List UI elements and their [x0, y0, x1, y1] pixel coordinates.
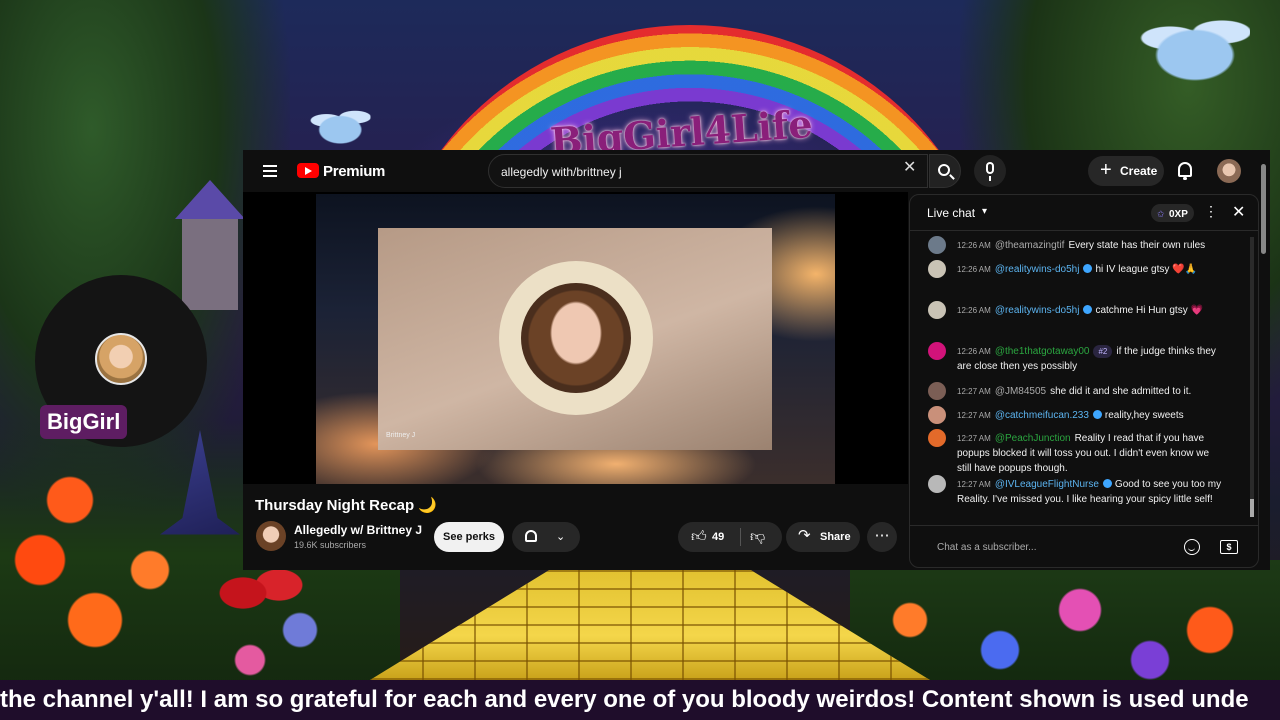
- emoji-icon[interactable]: [1184, 539, 1200, 555]
- subscriber-count: 19.6K subscribers: [294, 540, 367, 550]
- chat-avatar[interactable]: [928, 382, 946, 400]
- chat-avatar[interactable]: [928, 406, 946, 424]
- streamer-avatar: [95, 333, 147, 385]
- chat-text: hi IV league gtsy: [1095, 264, 1170, 275]
- bell-icon: [525, 530, 537, 542]
- chat-timestamp: 12:26 AM: [957, 265, 991, 274]
- chat-timestamp: 12:27 AM: [957, 411, 991, 420]
- more-horizontal-icon[interactable]: ⋯: [867, 522, 897, 552]
- create-label: Create: [1120, 164, 1158, 178]
- youtube-window: Premium allegedly with/brittney j ✕ + Cr…: [243, 150, 1270, 570]
- chevron-down-icon: ⌄: [556, 531, 566, 543]
- page-scrollbar[interactable]: [1261, 164, 1266, 254]
- share-button[interactable]: ↷ Share: [786, 522, 860, 552]
- search-button[interactable]: [929, 154, 961, 188]
- verified-icon: [1083, 264, 1093, 273]
- chat-avatar[interactable]: [928, 342, 946, 360]
- account-avatar[interactable]: [1217, 159, 1241, 183]
- xp-value: 0XP: [1169, 209, 1188, 220]
- youtube-premium-label[interactable]: Premium: [323, 163, 385, 180]
- more-vertical-icon[interactable]: ⋮: [1204, 203, 1218, 220]
- chat-text: catchme Hi Hun gtsy: [1095, 305, 1188, 316]
- share-arrow-icon: ↷: [798, 527, 811, 544]
- like-count[interactable]: 49: [712, 531, 724, 543]
- scrolling-ticker: the channel y'all! I am so grateful for …: [0, 680, 1280, 720]
- chat-author[interactable]: @JM84505: [995, 386, 1046, 397]
- live-chat-panel: Live chat ▾ ✩ 0XP ⋮ ✕ 12:26 AM @theamazin…: [909, 194, 1259, 568]
- video-frame: Brittney J: [316, 194, 835, 484]
- bluebird-icon: [310, 105, 371, 149]
- card-caption: Brittney J: [386, 432, 416, 439]
- ticker-text: the channel y'all! I am so grateful for …: [0, 686, 1249, 713]
- verified-icon: [1083, 305, 1093, 314]
- chat-timestamp: 12:27 AM: [957, 387, 991, 396]
- menu-icon[interactable]: [263, 165, 277, 177]
- video-title-card: Brittney J: [378, 228, 772, 450]
- chevron-down-icon[interactable]: ▾: [982, 206, 987, 217]
- channel-name[interactable]: Allegedly w/ Brittney J: [294, 523, 422, 537]
- chat-avatar[interactable]: [928, 475, 946, 493]
- chat-author[interactable]: @theamazingtif: [995, 240, 1065, 251]
- create-button[interactable]: + Create: [1088, 156, 1164, 186]
- chat-author[interactable]: @PeachJunction: [995, 433, 1071, 444]
- chat-timestamp: 12:26 AM: [957, 347, 991, 356]
- chat-avatar[interactable]: [928, 236, 946, 254]
- voice-search-button[interactable]: [974, 155, 1006, 187]
- thumbs-down-icon[interactable]: 👎︎: [750, 529, 765, 544]
- streamer-name-tag: BigGirl: [40, 405, 128, 439]
- rank-badge: #2: [1093, 345, 1113, 358]
- yellow-brick-road: [370, 570, 930, 680]
- verified-icon: [1102, 479, 1112, 488]
- chat-header: Live chat ▾ ✩ 0XP ⋮ ✕: [910, 195, 1258, 231]
- verified-icon: [1092, 410, 1102, 419]
- chat-text: reality,hey sweets: [1104, 410, 1184, 421]
- like-dislike-group: 👍︎ 49 👎︎: [678, 522, 782, 552]
- mic-icon: [986, 162, 994, 181]
- search-icon: [938, 164, 950, 176]
- chat-input[interactable]: Chat as a subscriber... $: [910, 525, 1258, 567]
- chat-text: she did it and she admitted to it.: [1050, 386, 1192, 397]
- chat-mode-selector[interactable]: Live chat: [927, 206, 975, 220]
- super-chat-icon[interactable]: $: [1220, 540, 1238, 554]
- chat-avatar[interactable]: [928, 301, 946, 319]
- youtube-logo-icon[interactable]: [297, 163, 319, 178]
- divider: [740, 528, 741, 546]
- bell-icon[interactable]: [1178, 162, 1192, 180]
- chat-avatar[interactable]: [928, 429, 946, 447]
- top-bar: Premium allegedly with/brittney j ✕ + Cr…: [243, 150, 1270, 254]
- channel-avatar[interactable]: [256, 521, 286, 551]
- chat-emoji: 💗: [1190, 305, 1203, 316]
- share-label: Share: [820, 531, 851, 543]
- thumbs-up-icon[interactable]: 👍︎: [691, 529, 707, 544]
- search-query[interactable]: allegedly with/brittney j: [501, 165, 622, 179]
- close-icon[interactable]: ✕: [903, 160, 916, 176]
- chat-emoji: ❤️🙏: [1172, 264, 1198, 275]
- chat-timestamp: 12:27 AM: [957, 434, 991, 443]
- notifications-button[interactable]: ⌄: [512, 522, 580, 552]
- chat-messages[interactable]: 12:26 AM @theamazingtif Every state has th…: [910, 232, 1258, 519]
- bluebird-icon: [1140, 10, 1250, 90]
- plus-icon: +: [1100, 159, 1112, 181]
- video-player[interactable]: Brittney J: [243, 192, 908, 484]
- video-title: Thursday Night Recap 🌙: [255, 497, 438, 514]
- search-input[interactable]: allegedly with/brittney j: [488, 154, 928, 188]
- star-icon: ✩: [1157, 209, 1165, 219]
- chat-author[interactable]: @realitywins-do5hj: [995, 305, 1080, 316]
- chat-input-placeholder[interactable]: Chat as a subscriber...: [937, 542, 1037, 553]
- chat-author[interactable]: @realitywins-do5hj: [995, 264, 1080, 275]
- chat-author[interactable]: @the1thatgotaway00: [995, 346, 1090, 357]
- host-photo: [521, 283, 631, 393]
- chat-timestamp: 12:26 AM: [957, 241, 991, 250]
- close-icon[interactable]: ✕: [1232, 202, 1245, 222]
- chat-timestamp: 12:27 AM: [957, 480, 991, 489]
- photo-ring: [499, 261, 653, 415]
- xp-badge[interactable]: ✩ 0XP: [1151, 204, 1194, 222]
- chat-text: Every state has their own rules: [1068, 240, 1206, 251]
- chat-avatar[interactable]: [928, 260, 946, 278]
- chat-timestamp: 12:26 AM: [957, 306, 991, 315]
- chat-scrollbar[interactable]: [1250, 237, 1254, 517]
- chat-author[interactable]: @IVLeagueFlightNurse: [995, 479, 1099, 490]
- see-perks-button[interactable]: See perks: [434, 522, 504, 552]
- chat-author[interactable]: @catchmeifucan.233: [995, 410, 1089, 421]
